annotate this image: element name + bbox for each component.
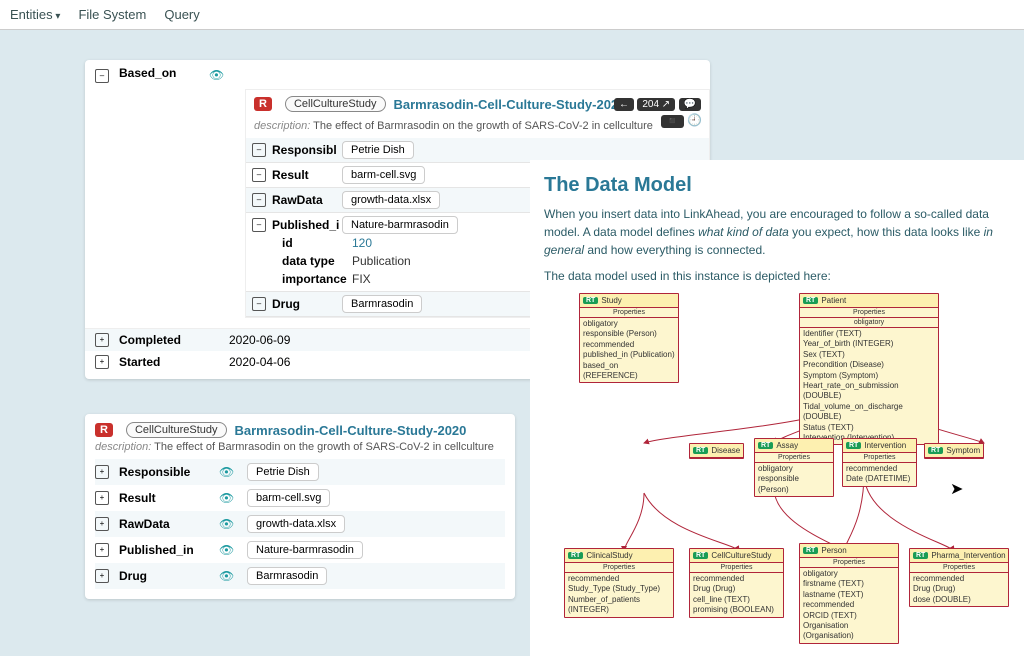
diagram-box-intervention[interactable]: RTIntervention Properties recommendedDat… <box>842 438 917 487</box>
top-nav: Entities File System Query <box>0 0 1024 30</box>
prop-rawdata-value[interactable]: growth-data.xlsx <box>342 191 440 209</box>
property-row: Drug👁 Barmrasodin <box>95 563 505 589</box>
panel-paragraph-1: When you insert data into LinkAhead, you… <box>544 205 1010 259</box>
property-label: Drug <box>119 569 219 583</box>
property-value[interactable]: growth-data.xlsx <box>247 515 345 533</box>
description-text: The effect of Barmrasodin on the growth … <box>313 120 653 132</box>
prop-published-label: Published_i <box>272 218 342 232</box>
property-label: RawData <box>119 517 219 531</box>
toggle-icon[interactable] <box>252 218 266 232</box>
diagram-box-cellculturestudy[interactable]: RTCellCultureStudy Properties recommende… <box>689 548 784 618</box>
description-label: description: <box>95 441 151 453</box>
panel-paragraph-2: The data model used in this instance is … <box>544 267 1010 285</box>
prop-result-label: Result <box>272 168 342 182</box>
completed-value: 2020-06-09 <box>229 333 290 347</box>
expand-icon[interactable] <box>95 517 109 531</box>
diagram-box-disease[interactable]: RTDisease <box>689 443 744 459</box>
importance-value: FIX <box>352 272 371 286</box>
visibility-icon[interactable]: 👁 <box>219 491 239 505</box>
toggle-icon[interactable] <box>95 69 109 83</box>
property-value[interactable]: Nature-barmrasodin <box>247 541 363 559</box>
prop-rawdata-label: RawData <box>272 193 342 207</box>
description-label: description: <box>254 120 310 132</box>
history-icon[interactable]: 🕘 <box>687 113 701 127</box>
datatype-value: Publication <box>352 254 411 268</box>
property-label: Published_in <box>119 543 219 557</box>
property-label: Responsible <box>119 465 219 479</box>
property-value[interactable]: Petrie Dish <box>247 463 319 481</box>
nav-query[interactable]: Query <box>164 7 199 22</box>
diagram-box-patient[interactable]: RTPatient Properties obligatory Identifi… <box>799 293 939 445</box>
back-button[interactable]: ← <box>614 98 634 111</box>
prop-published-value[interactable]: Nature-barmrasodin <box>342 216 458 234</box>
diagram-box-pharma[interactable]: RTPharma_Intervention Properties recomme… <box>909 548 1009 607</box>
property-value[interactable]: barm-cell.svg <box>247 489 330 507</box>
nav-entities[interactable]: Entities <box>10 7 60 22</box>
toggle-icon[interactable] <box>252 168 266 182</box>
entity-type-pill[interactable]: CellCultureStudy <box>126 422 227 438</box>
open-external-button[interactable]: 204 ↗ <box>637 98 675 111</box>
toggle-icon[interactable] <box>252 193 266 207</box>
visibility-icon[interactable]: 👁 <box>219 543 239 557</box>
entity-type-pill[interactable]: CellCultureStudy <box>285 96 386 112</box>
toggle-icon[interactable] <box>252 297 266 311</box>
visibility-icon[interactable]: 👁 <box>209 68 224 82</box>
panel-title: The Data Model <box>544 174 1010 197</box>
entity-name-link[interactable]: Barmrasodin-Cell-Culture-Study-2020 <box>394 97 626 112</box>
started-label: Started <box>119 355 229 369</box>
property-row: Published_in👁 Nature-barmrasodin <box>95 537 505 563</box>
visibility-icon[interactable]: 👁 <box>219 465 239 479</box>
diagram-box-person[interactable]: RTPerson Properties obligatoryfirstname … <box>799 543 899 644</box>
diagram-box-clinicalstudy[interactable]: RTClinicalStudy Properties recommendedSt… <box>564 548 674 618</box>
data-model-diagram: RTPatient Properties obligatory Identifi… <box>544 293 1010 633</box>
prop-responsible-label: Responsibl <box>272 143 342 157</box>
property-value[interactable]: Barmrasodin <box>247 567 327 585</box>
record-type-badge: R <box>254 97 272 111</box>
diagram-box-study[interactable]: RTStudy Properties obligatoryresponsible… <box>579 293 679 383</box>
mouse-cursor-icon: ➤ <box>950 479 963 499</box>
entity-name-link[interactable]: Barmrasodin-Cell-Culture-Study-2020 <box>235 423 467 438</box>
importance-label: importance <box>252 272 352 286</box>
diagram-box-symptom[interactable]: RTSymptom <box>924 443 984 459</box>
visibility-icon[interactable]: 👁 <box>219 517 239 531</box>
completed-label: Completed <box>119 333 229 347</box>
property-row: Responsible👁 Petrie Dish <box>95 459 505 485</box>
expand-icon[interactable] <box>95 355 109 369</box>
comment-icon[interactable]: 💬 <box>679 98 701 111</box>
toggle-icon[interactable] <box>252 143 266 157</box>
prop-drug-label: Drug <box>272 297 342 311</box>
datatype-label: data type <box>252 254 352 268</box>
nav-file-system[interactable]: File System <box>78 7 146 22</box>
started-value: 2020-04-06 <box>229 355 290 369</box>
help-panel-data-model: The Data Model When you insert data into… <box>530 160 1024 656</box>
expand-icon[interactable] <box>95 569 109 583</box>
expand-icon[interactable] <box>95 333 109 347</box>
expand-icon[interactable] <box>95 491 109 505</box>
property-row: RawData👁 growth-data.xlsx <box>95 511 505 537</box>
bookmark-icon[interactable]: ◾ <box>661 115 683 128</box>
id-value-link[interactable]: 120 <box>352 236 372 250</box>
entity-card-summary: R CellCultureStudy Barmrasodin-Cell-Cult… <box>85 414 515 599</box>
id-label: id <box>252 236 352 250</box>
prop-result-value[interactable]: barm-cell.svg <box>342 166 425 184</box>
prop-responsible-value[interactable]: Petrie Dish <box>342 141 414 159</box>
record-type-badge: R <box>95 423 113 437</box>
prop-drug-value[interactable]: Barmrasodin <box>342 295 422 313</box>
property-based-on-label: Based_on <box>119 66 209 80</box>
entity-controls: ← 204 ↗ 💬 ◾ 🕘 <box>614 96 701 128</box>
expand-icon[interactable] <box>95 543 109 557</box>
visibility-icon[interactable]: 👁 <box>219 569 239 583</box>
property-row: Result👁 barm-cell.svg <box>95 485 505 511</box>
description-text: The effect of Barmrasodin on the growth … <box>154 441 494 453</box>
expand-icon[interactable] <box>95 465 109 479</box>
property-label: Result <box>119 491 219 505</box>
diagram-box-assay[interactable]: RTAssay Properties obligatoryresponsible… <box>754 438 834 497</box>
